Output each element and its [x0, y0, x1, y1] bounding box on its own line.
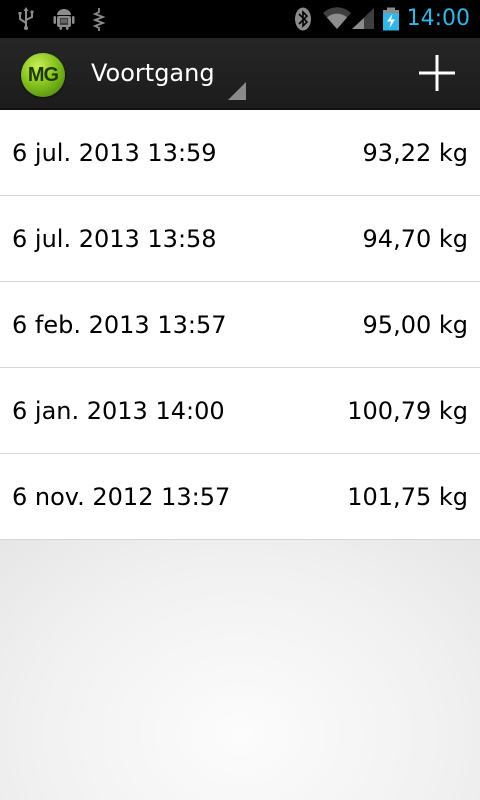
- list-item[interactable]: 6 feb. 2013 13:57 95,00 kg: [0, 282, 480, 368]
- bluetooth-icon: [295, 7, 311, 31]
- navigation-spinner[interactable]: Voortgang: [80, 38, 248, 108]
- list-item[interactable]: 6 jan. 2013 14:00 100,79 kg: [0, 368, 480, 454]
- empty-background: [0, 540, 480, 800]
- spinner-arrow-icon: [228, 82, 246, 100]
- list-item[interactable]: 6 jul. 2013 13:59 93,22 kg: [0, 110, 480, 196]
- entry-weight: 94,70 kg: [362, 225, 468, 253]
- entry-date: 6 jul. 2013 13:58: [12, 225, 217, 253]
- action-bar: MG Voortgang: [0, 38, 480, 110]
- wifi-icon: [323, 7, 351, 29]
- add-entry-button[interactable]: [408, 38, 480, 108]
- entry-weight: 93,22 kg: [362, 139, 468, 167]
- weight-entry-list: 6 jul. 2013 13:59 93,22 kg 6 jul. 2013 1…: [0, 110, 480, 540]
- entry-date: 6 nov. 2012 13:57: [12, 483, 231, 511]
- status-clock: 14:00: [406, 6, 470, 31]
- entry-date: 6 jan. 2013 14:00: [12, 397, 225, 425]
- app-logo[interactable]: MG: [21, 53, 65, 97]
- entry-weight: 101,75 kg: [347, 483, 468, 511]
- plus-icon: [419, 55, 455, 91]
- usb-icon: [18, 7, 34, 30]
- entry-date: 6 feb. 2013 13:57: [12, 311, 227, 339]
- android-debug-icon: [53, 9, 75, 30]
- page-title: Voortgang: [91, 59, 215, 87]
- entry-date: 6 jul. 2013 13:59: [12, 139, 217, 167]
- app-logo-text: MG: [27, 64, 59, 86]
- entry-weight: 100,79 kg: [347, 397, 468, 425]
- list-item[interactable]: 6 jul. 2013 13:58 94,70 kg: [0, 196, 480, 282]
- debug-icon: [92, 8, 106, 31]
- list-item[interactable]: 6 nov. 2012 13:57 101,75 kg: [0, 454, 480, 540]
- battery-charging-icon: [383, 7, 399, 31]
- signal-icon: [352, 8, 374, 29]
- entry-weight: 95,00 kg: [362, 311, 468, 339]
- status-bar: 14:00: [0, 0, 480, 38]
